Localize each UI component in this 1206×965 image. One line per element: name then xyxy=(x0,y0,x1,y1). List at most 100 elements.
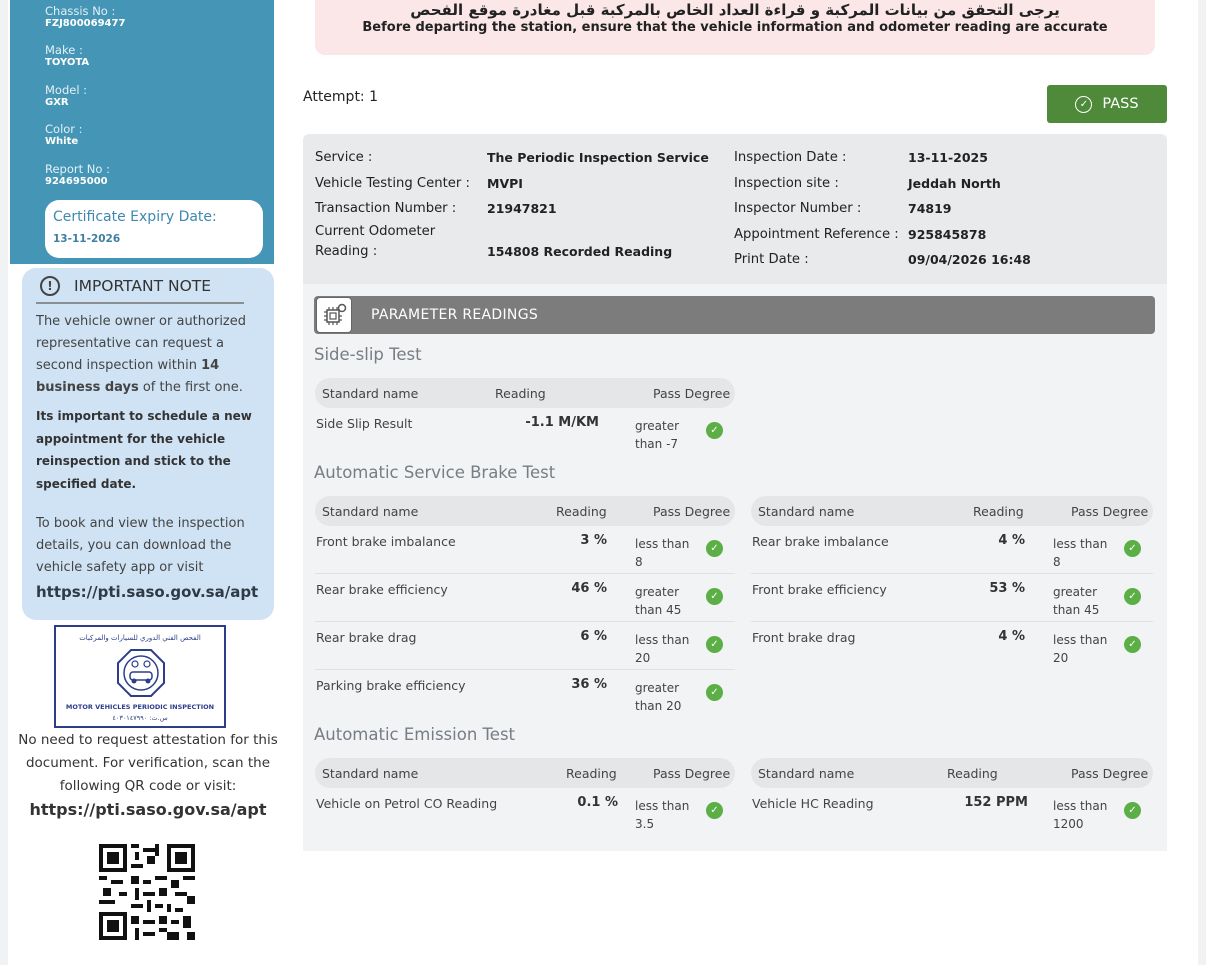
sideslip-table-header: Standard name Reading Pass Degree xyxy=(315,378,735,408)
col-pass-degree: Pass Degree xyxy=(653,766,731,781)
report-page: Chassis No : FZJ800069477 Make : TOYOTA … xyxy=(8,0,1198,965)
model-label: Model : xyxy=(45,83,88,97)
standard-name: Front brake drag xyxy=(752,630,856,645)
table-row: Front brake efficiency 53 % greater than… xyxy=(751,574,1153,622)
standard-name: Side Slip Result xyxy=(316,416,413,431)
transaction-value: 21947821 xyxy=(487,201,557,216)
inspection-stamp: الفحص الفني الدوري للسيارات والمركبات MO… xyxy=(54,625,226,728)
service-label: Service : xyxy=(315,150,373,165)
print-date-label: Print Date : xyxy=(734,252,809,267)
col-reading: Reading xyxy=(556,504,607,519)
inspector-label: Inspector Number : xyxy=(734,201,862,216)
standard-name: Rear brake drag xyxy=(316,630,417,645)
report-label: Report No : xyxy=(45,162,110,176)
stamp-number: س.ت: ٤٠٣٠١٤٧٩٩٠ xyxy=(112,714,168,722)
col-pass-degree: Pass Degree xyxy=(653,504,731,519)
col-reading: Reading xyxy=(973,504,1024,519)
note-header: ! IMPORTANT NOTE xyxy=(36,270,244,304)
banner-arabic-text: يرجى التحقق من بيانات المركبة و قراءة ال… xyxy=(410,1,1060,19)
reading-value: 53 % xyxy=(989,581,1025,596)
col-pass-degree: Pass Degree xyxy=(1071,504,1149,519)
table-row: Rear brake efficiency 46 % greater than … xyxy=(315,574,735,622)
odometer-value: 154808 Recorded Reading xyxy=(487,244,673,259)
verification-link[interactable]: https://pti.saso.gov.sa/apt xyxy=(10,800,286,819)
standard-name: Rear brake efficiency xyxy=(316,582,448,597)
check-icon: ✓ xyxy=(706,636,723,653)
note-paragraph-1: The vehicle owner or authorized represen… xyxy=(36,311,260,399)
col-pass-degree: Pass Degree xyxy=(653,386,731,401)
inspection-site-value: Jeddah North xyxy=(908,176,1001,191)
table-row: Side Slip Result -1.1 M/KM greater than … xyxy=(315,408,735,456)
color-field: Color : White xyxy=(45,122,83,148)
table-row: Rear brake drag 6 % less than 20 ✓ xyxy=(315,622,735,670)
chip-gear-icon xyxy=(316,297,352,333)
note-paragraph-3: To book and view the inspection details,… xyxy=(36,516,245,575)
certificate-expiry-card: Certificate Expiry Date: 13-11-2026 xyxy=(45,200,263,258)
seal-icon xyxy=(117,649,165,697)
col-pass-degree: Pass Degree xyxy=(1071,766,1149,781)
standard-name: Vehicle on Petrol CO Reading xyxy=(316,796,498,811)
expiry-value: 13-11-2026 xyxy=(53,233,121,245)
appointment-label: Appointment Reference : xyxy=(734,227,899,242)
note-title: IMPORTANT NOTE xyxy=(74,277,212,295)
reading-value: 6 % xyxy=(580,629,607,644)
inspector-value: 74819 xyxy=(908,201,952,216)
odometer-label: Current Odometer Reading : xyxy=(315,224,436,259)
report-field: Report No : 924695000 xyxy=(45,162,110,188)
note-paragraph-2: Its important to schedule a new appointm… xyxy=(36,409,252,491)
brake-right-table-header: Standard name Reading Pass Degree xyxy=(751,496,1153,526)
qr-code[interactable] xyxy=(99,844,195,940)
col-standard-name: Standard name xyxy=(322,766,419,781)
inspection-info-panel: Service : The Periodic Inspection Servic… xyxy=(303,134,1167,284)
table-row: Parking brake efficiency 36 % greater th… xyxy=(315,670,735,718)
pass-degree: greater than -7 xyxy=(635,419,680,451)
standard-name: Rear brake imbalance xyxy=(752,534,889,549)
check-circle-icon: ✓ xyxy=(1075,95,1093,113)
stamp-english-text: MOTOR VEHICLES PERIODIC INSPECTION xyxy=(65,703,215,711)
check-icon: ✓ xyxy=(706,540,723,557)
emission-test-title: Automatic Emission Test xyxy=(314,725,516,744)
chassis-value: FZJ800069477 xyxy=(45,18,126,29)
center-value: MVPI xyxy=(487,176,523,191)
pass-degree: less than 8 xyxy=(635,537,690,569)
emission-right-table-header: Standard name Reading Pass Degree xyxy=(751,758,1153,788)
pass-degree: less than 8 xyxy=(1053,537,1108,569)
service-value: The Periodic Inspection Service xyxy=(487,150,709,165)
col-reading: Reading xyxy=(495,386,546,401)
parameter-readings-panel: PARAMETER READINGS Side-slip Test Standa… xyxy=(303,284,1167,851)
check-icon: ✓ xyxy=(706,588,723,605)
table-row: Rear brake imbalance 4 % less than 8 ✓ xyxy=(751,526,1153,574)
col-standard-name: Standard name xyxy=(322,504,419,519)
booking-link[interactable]: https://pti.saso.gov.sa/apt xyxy=(36,581,260,603)
check-icon: ✓ xyxy=(1124,540,1141,557)
reading-value: -1.1 M/KM xyxy=(525,415,599,430)
check-icon: ✓ xyxy=(706,684,723,701)
col-standard-name: Standard name xyxy=(758,504,855,519)
pass-result-label: PASS xyxy=(1102,96,1139,112)
inspection-date-value: 13-11-2025 xyxy=(908,150,988,165)
reading-value: 0.1 % xyxy=(577,795,618,810)
reading-value: 152 PPM xyxy=(964,795,1028,810)
attempt-number: Attempt: 1 xyxy=(303,89,379,105)
model-field: Model : GXR xyxy=(45,83,87,109)
model-value: GXR xyxy=(45,97,69,108)
center-label: Vehicle Testing Center : xyxy=(315,176,470,191)
color-value: White xyxy=(45,136,79,147)
pass-result-badge: ✓ PASS xyxy=(1047,85,1167,123)
col-reading: Reading xyxy=(947,766,998,781)
color-label: Color : xyxy=(45,122,83,136)
col-standard-name: Standard name xyxy=(758,766,855,781)
brake-test-title: Automatic Service Brake Test xyxy=(314,463,556,482)
pass-degree: less than 1200 xyxy=(1053,799,1108,831)
report-value: 924695000 xyxy=(45,176,108,187)
parameter-readings-header: PARAMETER READINGS xyxy=(314,296,1155,334)
banner-english-text: Before departing the station, ensure tha… xyxy=(362,20,1108,35)
vehicle-info-panel: Chassis No : FZJ800069477 Make : TOYOTA … xyxy=(10,0,274,264)
appointment-value: 925845878 xyxy=(908,227,987,242)
make-value: TOYOTA xyxy=(45,57,90,68)
standard-name: Front brake imbalance xyxy=(316,534,456,549)
check-icon: ✓ xyxy=(706,422,723,439)
stamp-arabic-text: الفحص الفني الدوري للسيارات والمركبات xyxy=(79,634,201,642)
standard-name: Front brake efficiency xyxy=(752,582,887,597)
check-icon: ✓ xyxy=(1124,636,1141,653)
